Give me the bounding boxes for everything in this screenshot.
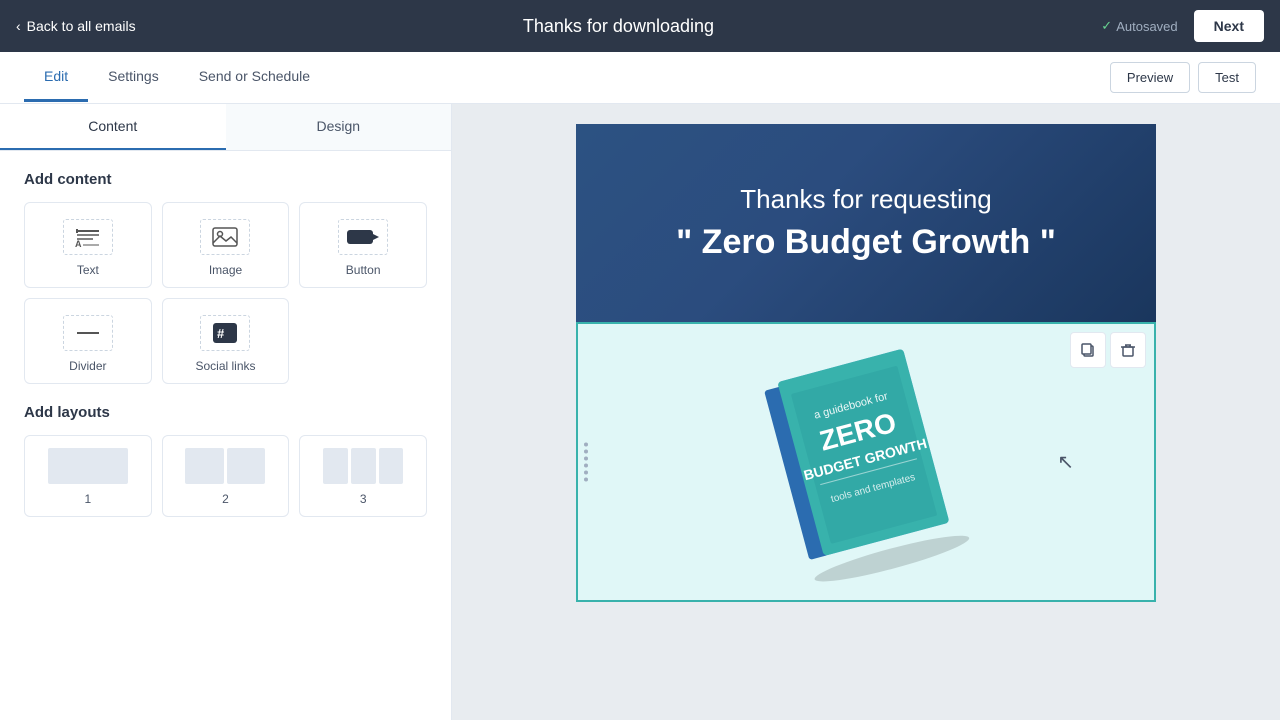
panel-tab-design[interactable]: Design <box>226 104 452 150</box>
copy-block-button[interactable] <box>1070 332 1106 368</box>
svg-text:#: # <box>217 326 225 341</box>
delete-icon <box>1120 342 1136 358</box>
layout-preview-2col <box>185 448 265 484</box>
preview-button[interactable]: Preview <box>1110 62 1190 93</box>
tab-send-schedule[interactable]: Send or Schedule <box>179 53 330 102</box>
test-button[interactable]: Test <box>1198 62 1256 93</box>
next-button[interactable]: Next <box>1194 10 1264 42</box>
social-label: Social links <box>195 359 255 373</box>
book-illustration: a guidebook for ZERO BUDGET GROWTH tools… <box>746 332 986 592</box>
drag-dot <box>584 471 588 475</box>
email-canvas: Thanks for requesting " Zero Budget Grow… <box>452 104 1280 720</box>
drag-handle[interactable] <box>578 439 594 486</box>
panel-tab-content[interactable]: Content <box>0 104 226 150</box>
content-item-button[interactable]: Button <box>299 202 427 288</box>
content-item-divider[interactable]: Divider <box>24 298 152 384</box>
panel-tabs: Content Design <box>0 104 451 151</box>
content-item-image[interactable]: Image <box>162 202 290 288</box>
layout-col <box>379 448 404 484</box>
button-label: Button <box>346 263 381 277</box>
main-layout: Content Design Add content A <box>0 104 1280 720</box>
copy-icon <box>1080 342 1096 358</box>
layout-preview-1col <box>48 448 128 484</box>
email-wrapper: Thanks for requesting " Zero Budget Grow… <box>576 124 1156 602</box>
layout-col <box>323 448 348 484</box>
top-bar-right: ✓ Autosaved Next <box>1101 10 1264 42</box>
layout-col <box>48 448 128 484</box>
add-content-title: Add content <box>24 171 427 188</box>
layout-1col-label: 1 <box>84 492 91 506</box>
divider-icon <box>73 321 103 345</box>
layout-item-3col[interactable]: 3 <box>299 435 427 517</box>
header-line1: Thanks for requesting <box>616 184 1116 215</box>
autosaved-label: Autosaved <box>1116 19 1177 34</box>
back-label: Back to all emails <box>27 18 136 34</box>
divider-icon-area <box>63 315 113 351</box>
email-title: Thanks for downloading <box>523 16 714 37</box>
text-label: Text <box>77 263 99 277</box>
text-icon: A <box>73 225 103 249</box>
sub-nav: Edit Settings Send or Schedule Preview T… <box>0 52 1280 104</box>
drag-dot <box>584 450 588 454</box>
add-layouts-title: Add layouts <box>24 404 427 421</box>
delete-block-button[interactable] <box>1110 332 1146 368</box>
layout-item-2col[interactable]: 2 <box>162 435 290 517</box>
layout-col <box>351 448 376 484</box>
social-icon-area: # <box>200 315 250 351</box>
content-item-social[interactable]: # Social links <box>162 298 290 384</box>
drag-dot <box>584 457 588 461</box>
content-item-text[interactable]: A Text <box>24 202 152 288</box>
email-header-block[interactable]: Thanks for requesting " Zero Budget Grow… <box>576 124 1156 322</box>
left-panel: Content Design Add content A <box>0 104 452 720</box>
back-button[interactable]: ‹ Back to all emails <box>16 18 136 34</box>
image-icon <box>210 225 240 249</box>
button-icon <box>345 226 381 248</box>
layout-col <box>185 448 224 484</box>
content-items-grid: A Text Image <box>24 202 427 384</box>
layout-preview-3col <box>323 448 403 484</box>
social-links-icon: # <box>210 320 240 346</box>
add-content-section: Add content A Text <box>0 151 451 537</box>
drag-dot <box>584 443 588 447</box>
divider-label: Divider <box>69 359 106 373</box>
tab-edit[interactable]: Edit <box>24 53 88 102</box>
top-bar: ‹ Back to all emails Thanks for download… <box>0 0 1280 52</box>
layout-col <box>227 448 266 484</box>
email-image-block[interactable]: a guidebook for ZERO BUDGET GROWTH tools… <box>576 322 1156 602</box>
float-actions <box>1070 332 1146 368</box>
layouts-grid: 1 2 3 <box>24 435 427 517</box>
autosaved-indicator: ✓ Autosaved <box>1101 18 1177 34</box>
layout-item-1col[interactable]: 1 <box>24 435 152 517</box>
cursor-icon: ↖ <box>1057 450 1074 475</box>
sub-nav-actions: Preview Test <box>1110 62 1256 93</box>
nav-tabs: Edit Settings Send or Schedule <box>24 53 330 102</box>
chevron-left-icon: ‹ <box>16 18 21 34</box>
layout-2col-label: 2 <box>222 492 229 506</box>
svg-text:A: A <box>75 239 82 249</box>
tab-settings[interactable]: Settings <box>88 53 179 102</box>
check-icon: ✓ <box>1101 18 1112 34</box>
drag-dot <box>584 478 588 482</box>
drag-dot <box>584 464 588 468</box>
header-line2: " Zero Budget Growth " <box>616 223 1116 262</box>
image-label: Image <box>209 263 242 277</box>
image-icon-area <box>200 219 250 255</box>
text-icon-area: A <box>63 219 113 255</box>
button-icon-area <box>338 219 388 255</box>
layout-3col-label: 3 <box>360 492 367 506</box>
